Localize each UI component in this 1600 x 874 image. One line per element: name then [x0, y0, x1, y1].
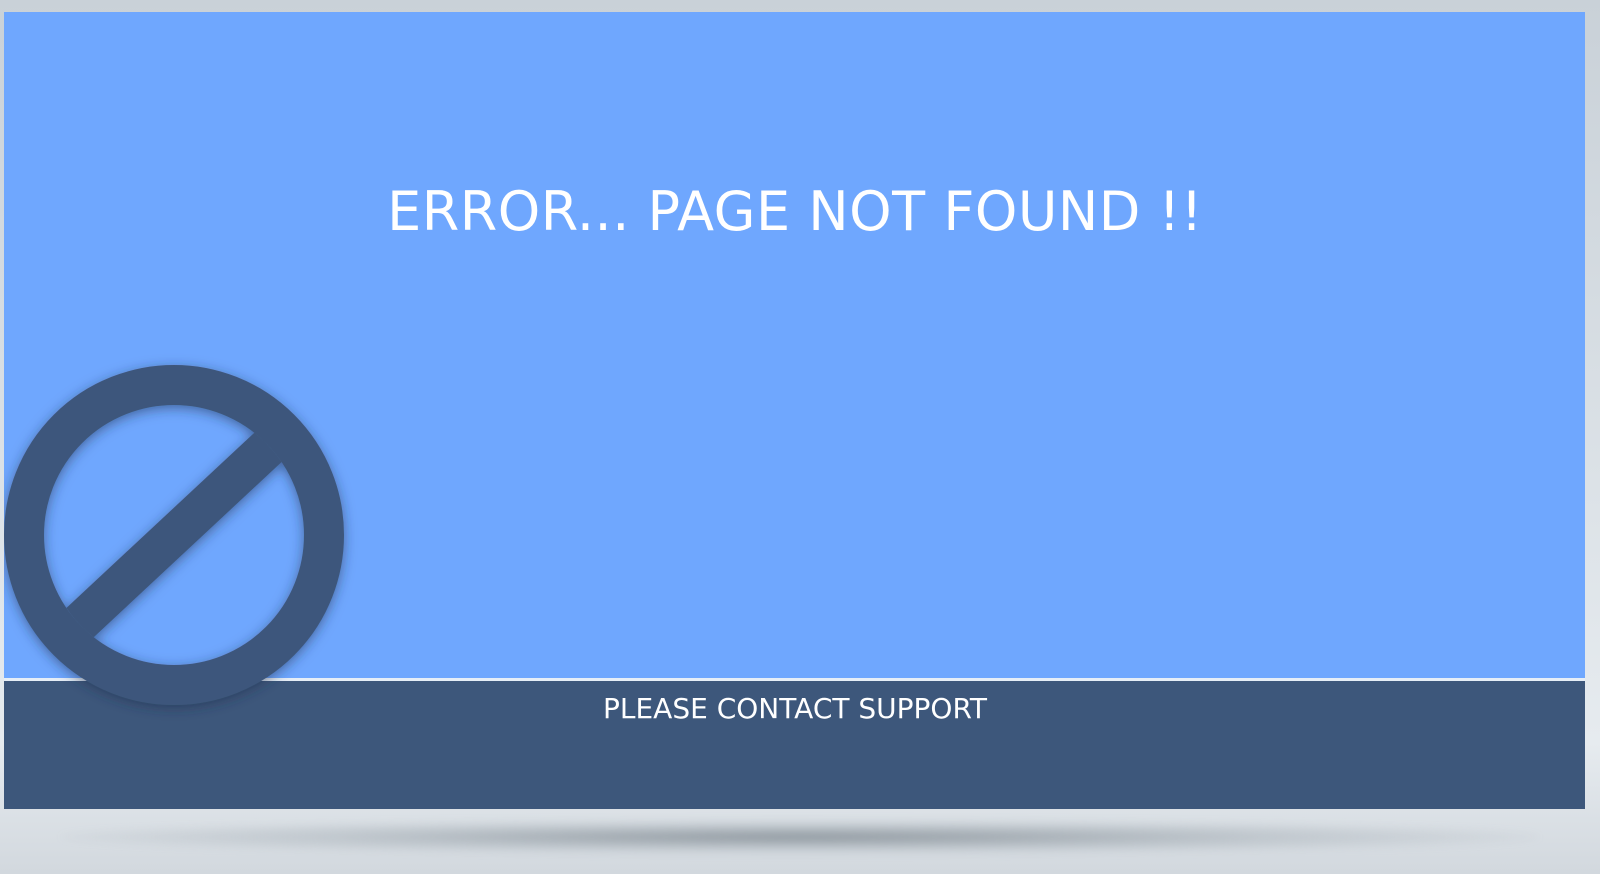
- contact-support-text: PLEASE CONTACT SUPPORT: [603, 692, 987, 725]
- error-panel: [4, 12, 1585, 809]
- panel-shadow: [60, 820, 1540, 854]
- error-panel-top: [4, 12, 1585, 678]
- error-title: ERROR... PAGE NOT FOUND !!: [387, 180, 1203, 243]
